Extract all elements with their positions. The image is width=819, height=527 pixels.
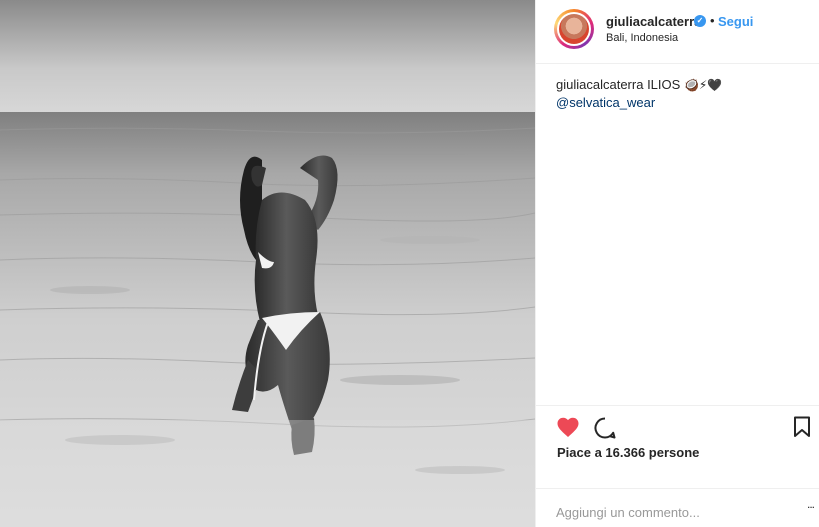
bookmark-icon[interactable] xyxy=(793,416,811,443)
follow-button[interactable]: Segui xyxy=(718,14,753,29)
avatar-image xyxy=(559,14,589,44)
caption-mention-link[interactable]: @selvatica_wear xyxy=(556,94,806,111)
caption-text: ILIOS xyxy=(647,77,681,92)
caption-emojis: 🥥⚡🖤 xyxy=(683,78,723,92)
avatar[interactable] xyxy=(554,9,594,49)
likes-count[interactable]: Piace a 16.366 persone xyxy=(557,445,699,460)
post-photo[interactable] xyxy=(0,0,535,527)
caption-username[interactable]: giuliacalcaterra xyxy=(556,77,643,92)
post-caption: giuliacalcaterra ILIOS 🥥⚡🖤 @selvatica_we… xyxy=(556,76,806,111)
comment-input[interactable] xyxy=(556,503,786,521)
verified-badge-icon: ✓ xyxy=(694,15,706,27)
beach-photo-illustration xyxy=(0,0,535,527)
location-link[interactable]: Bali, Indonesia xyxy=(606,32,678,44)
avatar-ring xyxy=(557,12,591,46)
more-options-icon[interactable]: ... xyxy=(807,497,815,511)
heart-icon[interactable] xyxy=(556,416,580,443)
action-bar xyxy=(536,405,819,445)
post-header: giuliacalcaterra ✓ • Segui Bali, Indones… xyxy=(536,0,819,64)
post-details-panel: giuliacalcaterra ✓ • Segui Bali, Indones… xyxy=(535,0,819,527)
speech-bubble-icon[interactable] xyxy=(593,416,617,445)
comment-bar: ... xyxy=(536,488,819,527)
separator-dot: • xyxy=(710,13,715,28)
username-link[interactable]: giuliacalcaterra xyxy=(606,14,701,29)
